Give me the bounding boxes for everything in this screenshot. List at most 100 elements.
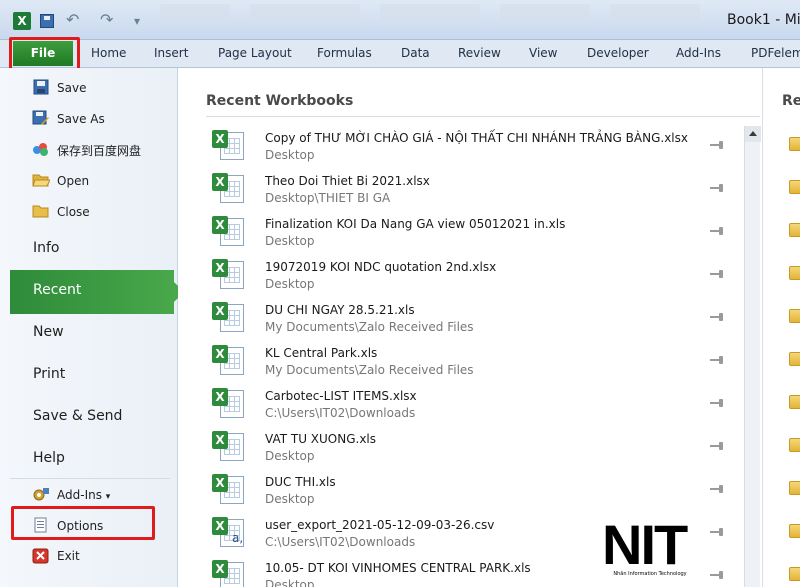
- tab-data[interactable]: Data: [401, 46, 430, 60]
- tab-pdfelement[interactable]: PDFelem: [751, 46, 800, 60]
- customize-qat-icon[interactable]: ▾: [134, 14, 140, 28]
- background-window-tab: [380, 4, 480, 20]
- open-folder-icon: [32, 174, 50, 187]
- highlight-options: [11, 506, 155, 540]
- nav-recent-label: Recent: [33, 282, 82, 298]
- close-folder-icon: [32, 205, 49, 218]
- tab-page-layout[interactable]: Page Layout: [218, 46, 292, 60]
- nav-info[interactable]: Info: [33, 240, 60, 256]
- folder-icon[interactable]: [789, 223, 800, 237]
- nav-close[interactable]: Close: [57, 205, 90, 219]
- tab-review[interactable]: Review: [458, 46, 501, 60]
- excel-file-icon: X: [212, 130, 244, 160]
- recent-workbook-item[interactable]: X KL Central Park.xls My Documents\Zalo Re…: [210, 341, 740, 384]
- workbook-path: Desktop: [265, 492, 315, 506]
- recent-workbook-item[interactable]: X DUC THI.xls Desktop: [210, 470, 740, 513]
- workbook-name: Copy of THƯ MỜI CHÀO GIÁ - NỘI THẤT CHI …: [265, 131, 688, 145]
- save-as-icon: [32, 110, 49, 125]
- pin-icon[interactable]: [708, 483, 726, 495]
- folder-icon[interactable]: [789, 180, 800, 194]
- workbook-path: Desktop: [265, 148, 315, 162]
- nav-save-send[interactable]: Save & Send: [33, 408, 122, 424]
- nav-add-ins[interactable]: Add-Ins ▾: [57, 488, 110, 502]
- excel-file-icon: X: [212, 560, 244, 587]
- workbook-path: C:\Users\IT02\Downloads: [265, 535, 416, 549]
- nav-recent[interactable]: Recent: [10, 270, 184, 314]
- heading-divider: [206, 116, 760, 117]
- nav-save-as[interactable]: Save As: [57, 112, 105, 126]
- workbook-name: DU CHI NGAY 28.5.21.xls: [265, 303, 415, 317]
- nav-separator: [10, 478, 170, 479]
- excel-file-icon: X: [212, 345, 244, 375]
- pin-icon[interactable]: [708, 268, 726, 280]
- nav-new[interactable]: New: [33, 324, 64, 340]
- pin-icon[interactable]: [708, 182, 726, 194]
- tab-formulas[interactable]: Formulas: [317, 46, 372, 60]
- title-bar: X ↶ ↷ ▾ Book1 - Mic: [0, 0, 800, 40]
- tab-view[interactable]: View: [529, 46, 557, 60]
- background-window-tab: [160, 4, 230, 20]
- window-title: Book1 - Mic: [727, 12, 800, 28]
- folder-icon[interactable]: [789, 438, 800, 452]
- undo-icon[interactable]: ↶: [66, 10, 79, 29]
- nav-save-baidu[interactable]: 保存到百度网盘: [57, 142, 141, 159]
- pin-icon[interactable]: [708, 526, 726, 538]
- nit-logo-text: NIT: [602, 513, 688, 576]
- folder-icon[interactable]: [789, 266, 800, 280]
- pin-icon[interactable]: [708, 225, 726, 237]
- workbook-name: Carbotec-LIST ITEMS.xlsx: [265, 389, 417, 403]
- folder-icon[interactable]: [789, 352, 800, 366]
- excel-app-icon[interactable]: X: [13, 12, 31, 30]
- pin-icon[interactable]: [708, 354, 726, 366]
- excel-file-icon: X: [212, 474, 244, 504]
- tab-developer[interactable]: Developer: [587, 46, 649, 60]
- workbook-name: user_export_2021-05-12-09-03-26.csv: [265, 518, 495, 532]
- recent-workbook-item[interactable]: X Carbotec-LIST ITEMS.xlsx C:\Users\IT02\D…: [210, 384, 740, 427]
- scrollbar[interactable]: [744, 126, 761, 587]
- nav-help[interactable]: Help: [33, 450, 65, 466]
- tab-insert[interactable]: Insert: [154, 46, 188, 60]
- pin-icon[interactable]: [708, 569, 726, 581]
- nav-print[interactable]: Print: [33, 366, 65, 382]
- recent-workbook-item[interactable]: X Copy of THƯ MỜI CHÀO GIÁ - NỘI THẤT CHI…: [210, 126, 740, 169]
- workbook-path: My Documents\Zalo Received Files: [265, 320, 474, 334]
- redo-icon[interactable]: ↷: [100, 10, 113, 29]
- folder-icon[interactable]: [789, 395, 800, 409]
- baidu-cloud-icon: [33, 143, 48, 156]
- pin-icon[interactable]: [708, 397, 726, 409]
- save-icon[interactable]: [40, 14, 54, 28]
- excel-file-icon: X: [212, 173, 244, 203]
- recent-workbook-item[interactable]: X Theo Doi Thiet Bi 2021.xlsx Desktop\THIE…: [210, 169, 740, 212]
- workbook-name: Theo Doi Thiet Bi 2021.xlsx: [265, 174, 430, 188]
- folder-icon[interactable]: [789, 309, 800, 323]
- pin-icon[interactable]: [708, 311, 726, 323]
- recent-workbooks-heading: Recent Workbooks: [206, 93, 354, 109]
- pin-icon[interactable]: [708, 440, 726, 452]
- recent-workbook-item[interactable]: X 19072019 KOI NDC quotation 2nd.xlsx Desk…: [210, 255, 740, 298]
- nav-save[interactable]: Save: [57, 81, 86, 95]
- workbook-path: Desktop: [265, 449, 315, 463]
- recent-workbook-item[interactable]: X VAT TU XUONG.xls Desktop: [210, 427, 740, 470]
- workbook-name: 10.05- DT KOI VINHOMES CENTRAL PARK.xls: [265, 561, 531, 575]
- folder-icon[interactable]: [789, 524, 800, 538]
- workbook-name: 19072019 KOI NDC quotation 2nd.xlsx: [265, 260, 497, 274]
- tab-home[interactable]: Home: [91, 46, 126, 60]
- tab-add-ins[interactable]: Add-Ins: [676, 46, 721, 60]
- nav-open[interactable]: Open: [57, 174, 89, 188]
- workbook-path: Desktop: [265, 578, 315, 587]
- recent-workbook-item[interactable]: X Finalization KOI Da Nang GA view 050120…: [210, 212, 740, 255]
- save-icon: [33, 79, 49, 95]
- nav-exit[interactable]: Exit: [57, 549, 80, 563]
- pin-icon[interactable]: [708, 139, 726, 151]
- recent-workbook-item[interactable]: X DU CHI NGAY 28.5.21.xls My Documents\Zal…: [210, 298, 740, 341]
- folder-icon[interactable]: [789, 481, 800, 495]
- csv-file-icon: Xa,: [212, 517, 244, 547]
- background-window-tab: [500, 4, 590, 20]
- scroll-up-arrow-icon[interactable]: [745, 126, 761, 142]
- folder-icon[interactable]: [789, 567, 800, 581]
- folder-icon[interactable]: [789, 137, 800, 151]
- workbook-name: DUC THI.xls: [265, 475, 336, 489]
- workbook-path: C:\Users\IT02\Downloads: [265, 406, 416, 420]
- excel-file-icon: X: [212, 302, 244, 332]
- nav-add-ins-label: Add-Ins: [57, 488, 102, 502]
